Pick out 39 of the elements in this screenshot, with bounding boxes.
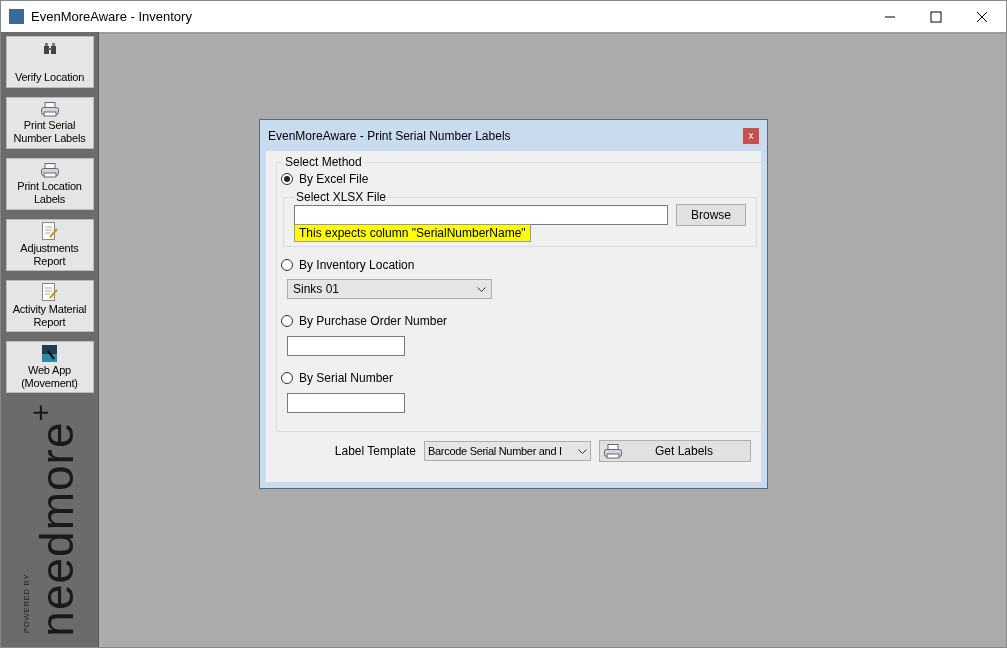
group-title: Select XLSX File xyxy=(295,190,388,204)
browse-button[interactable]: Browse xyxy=(676,204,746,226)
dialog-title: EvenMoreAware - Print Serial Number Labels xyxy=(268,128,511,143)
radio-label: By Purchase Order Number xyxy=(299,313,448,328)
app-icon xyxy=(9,9,24,24)
printer-icon xyxy=(604,443,622,459)
app-icon xyxy=(42,344,57,362)
file-path-field[interactable] xyxy=(294,205,668,225)
sidebar-button[interactable]: Activity Material Report xyxy=(5,280,94,332)
radio-button[interactable] xyxy=(281,314,293,327)
location-dropdown[interactable]: Sinks 01 xyxy=(287,279,492,299)
binoculars-icon xyxy=(42,43,57,55)
radio-label: By Excel File xyxy=(299,171,369,186)
input-field[interactable] xyxy=(287,393,405,413)
radio-label: By Serial Number xyxy=(299,370,394,385)
window-title: EvenMoreAware - Inventory xyxy=(31,9,192,24)
radio-button[interactable] xyxy=(281,172,293,185)
radio-button[interactable] xyxy=(281,371,293,384)
close-button[interactable]: x xyxy=(743,127,759,144)
notepad-icon xyxy=(41,222,58,240)
maximize-icon[interactable] xyxy=(930,10,942,23)
sidebar-button[interactable]: Web App (Movement) xyxy=(5,341,94,393)
group-title: Select Method xyxy=(284,155,363,169)
sidebar-button[interactable]: Verify Location xyxy=(5,36,94,88)
chevron-down-icon xyxy=(578,448,587,454)
chevron-down-icon xyxy=(477,286,486,292)
sidebar-button[interactable]: Print Location Labels xyxy=(5,158,94,210)
printer-icon xyxy=(40,162,59,178)
template-label: Label Template xyxy=(334,444,416,458)
get-labels-button[interactable]: Get Labels xyxy=(599,440,751,462)
radio-label: By Inventory Location xyxy=(299,257,415,272)
radio-button[interactable] xyxy=(281,258,293,271)
input-field[interactable] xyxy=(287,336,405,356)
sidebar-button[interactable]: Adjustments Report xyxy=(5,219,94,271)
template-dropdown[interactable]: Barcode Serial Number and I xyxy=(424,441,591,461)
sidebar-button[interactable]: Print Serial Number Labels xyxy=(5,97,94,149)
close-icon[interactable] xyxy=(976,10,988,23)
printer-icon xyxy=(40,101,59,117)
notepad-icon xyxy=(41,283,58,301)
